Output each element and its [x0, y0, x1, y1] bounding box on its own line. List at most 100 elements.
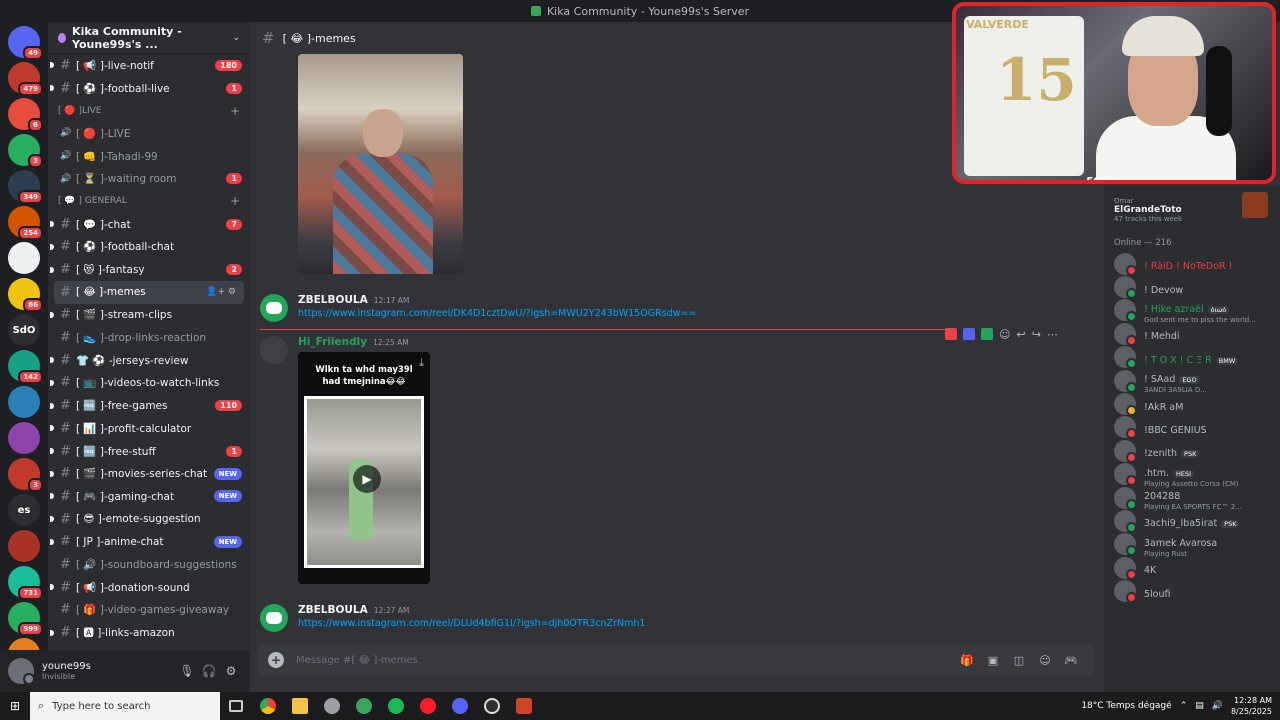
spotify-icon[interactable] [380, 692, 412, 720]
chevron-down-icon[interactable]: ⌄ [232, 33, 240, 43]
weather-text[interactable]: 18°C Temps dégagé [1081, 701, 1171, 711]
server-icon[interactable] [8, 422, 40, 454]
member-item[interactable]: ! RàiD ! NoTeDoR ! [1114, 252, 1280, 276]
server-icon[interactable]: es [8, 494, 40, 526]
member-item[interactable]: ! T O X ! C Ξ R BMW [1114, 346, 1280, 370]
member-item[interactable]: 204288 Playing EA SPORTS FC™ 2... [1114, 486, 1280, 511]
network-icon[interactable]: ▤ [1195, 701, 1204, 711]
search-input[interactable] [52, 700, 203, 712]
apps-icon[interactable]: 🎮 [1058, 654, 1084, 667]
check-mark-icon[interactable] [981, 328, 993, 340]
message-input[interactable] [296, 654, 954, 666]
channel-item[interactable]: # [ 🔊 ]-soundboard-suggestions [48, 553, 250, 576]
emoji-icon[interactable]: ☺ [1032, 654, 1058, 667]
now-playing-card[interactable]: Omar ElGrandeToto 47 tracks this week [1114, 186, 1280, 234]
server-icon[interactable]: 479 [8, 62, 43, 96]
channel-item[interactable]: # [ 📊 ]-profit-calculator [48, 417, 250, 440]
member-item[interactable]: 5loufi [1114, 579, 1280, 604]
chrome-icon[interactable] [252, 692, 284, 720]
server-icon[interactable]: 49 [8, 26, 43, 60]
server-header[interactable]: Kika Community - Youne99s's ... ⌄ [48, 22, 250, 54]
download-icon[interactable]: ⤓ [419, 356, 424, 370]
windows-start-icon[interactable]: ⊞ [0, 699, 30, 713]
message-author[interactable]: Hi_Friiendly [298, 336, 367, 348]
image-attachment[interactable] [298, 54, 463, 274]
forward-icon[interactable]: ↪ [1032, 328, 1041, 341]
channel-item[interactable]: # [ 😻 ]-fantasy 2 [48, 258, 250, 281]
channel-item[interactable]: # [ 🆓 ]-free-games 110 [48, 394, 250, 417]
member-item[interactable]: ! SAad EGO 3ANDI 3A9LIA D... [1114, 369, 1280, 394]
bot-avatar[interactable] [260, 604, 288, 632]
member-item[interactable]: !BBC GENIUS [1114, 416, 1280, 440]
member-item[interactable]: ! Mehdi [1114, 322, 1280, 346]
channel-item[interactable]: 🔊 [ 👊 ]-Tahadi-99 [48, 145, 250, 168]
gift-icon[interactable]: 🎁 [954, 654, 980, 667]
video-frame[interactable]: ▶ [304, 396, 424, 568]
channel-item[interactable]: 🔊 [ 🔴 ]-LIVE [48, 122, 250, 145]
channel-item[interactable]: # [ 💬 ]-chat 7 [48, 213, 250, 236]
channel-item[interactable]: # [ ⚽ ]-football-chat [48, 236, 250, 259]
member-item[interactable]: ! Hike azraël ὀιωὀ God sent me to piss the… [1114, 299, 1280, 324]
channel-category[interactable]: [ 💬 ] GENERAL + [48, 190, 250, 213]
server-icon[interactable]: 349 [8, 170, 43, 204]
channel-item[interactable]: # 👕 ⚽ -jerseys-review [48, 349, 250, 372]
channel-item[interactable]: 🔊 [ ⏳ ]-waiting room 1 [48, 167, 250, 190]
file-explorer-icon[interactable] [284, 692, 316, 720]
video-attachment[interactable]: Wlkn ta whd may39l had tmejnina😂😂 ⤓ ▶ [298, 352, 430, 584]
server-icon[interactable] [8, 386, 40, 418]
message-link[interactable]: https://www.instagram.com/reel/DK4D1cztD… [298, 308, 696, 319]
message-author[interactable]: ZBELBOULA [298, 294, 368, 306]
add-channel-icon[interactable]: + [230, 194, 240, 208]
chevron-up-icon[interactable]: ⌃ [1180, 701, 1188, 711]
channel-item[interactable]: # [ 😎 ]-emote-suggestion [48, 508, 250, 531]
server-icon[interactable]: 599 [8, 602, 43, 636]
channel-item[interactable]: # [ 📢 ]-donation-sound [48, 576, 250, 599]
member-item[interactable]: ! Devow [1114, 275, 1280, 300]
powerpoint-icon[interactable] [508, 692, 540, 720]
obs-icon[interactable] [476, 692, 508, 720]
server-icon[interactable]: 86 [8, 278, 43, 312]
user-name[interactable]: youne99s [42, 661, 176, 672]
channel-item[interactable]: # [ 👟 ]-drop-links-reaction [48, 326, 250, 349]
server-icon[interactable] [8, 530, 40, 562]
headphones-icon[interactable]: 🎧 [198, 664, 220, 678]
clock[interactable]: 12:28 AM 8/25/2025 [1231, 695, 1272, 717]
member-item[interactable]: 4K [1114, 556, 1280, 580]
member-item[interactable]: !AkR aM [1114, 392, 1280, 417]
add-attachment-icon[interactable]: + [268, 652, 284, 668]
channel-item[interactable]: # [ 📢 ]-live-notif 180 [48, 54, 250, 77]
task-view-icon[interactable] [220, 692, 252, 720]
member-item[interactable]: 3amek Avarosa Playing Rust [1114, 533, 1280, 558]
channel-item[interactable]: # [ 🆓 ]-free-stuff 1 [48, 440, 250, 463]
message-link[interactable]: https://www.instagram.com/reel/DLUd4bfiG… [298, 618, 645, 629]
bot-avatar[interactable] [260, 294, 288, 322]
channel-item[interactable]: # [ 🎬 ]-movies-series-chat NEW [48, 462, 250, 485]
server-icon[interactable]: 6 [8, 98, 43, 132]
channel-item[interactable]: # [ 😂 ]-memes 👤+ ⚙ [54, 280, 244, 304]
gear-icon[interactable]: ⚙ [220, 664, 242, 678]
taskbar-search[interactable]: ⌕ [30, 692, 220, 720]
member-item[interactable]: !zenith PSK [1114, 439, 1280, 463]
channel-settings-icon[interactable]: 👤+ ⚙ [206, 287, 236, 297]
server-icon[interactable]: SdO [8, 314, 40, 346]
volume-icon[interactable]: 🔊 [1212, 701, 1223, 711]
emoji-icon[interactable]: ☺ [999, 328, 1010, 341]
check-icon[interactable] [963, 328, 975, 340]
channel-category[interactable]: [ 🔴 ]LIVE + [48, 99, 250, 122]
app-icon[interactable] [316, 692, 348, 720]
avatar[interactable] [260, 336, 288, 364]
channel-item[interactable]: # [ 🎁 ]-video-games-giveaway [48, 599, 250, 622]
member-item[interactable]: .htm. HESI Playing Assetto Corsa (CM) [1114, 463, 1280, 488]
add-channel-icon[interactable]: + [230, 104, 240, 118]
sticker-icon[interactable]: ◫ [1006, 654, 1032, 667]
channel-item[interactable]: # [ 📺 ]-videos-to-watch-links [48, 372, 250, 395]
channel-item[interactable]: # [ ⚽ ]-football-live 1 [48, 77, 250, 100]
channel-item[interactable]: # [ 🅰 ]-links-amazon [48, 621, 250, 644]
message-author[interactable]: ZBELBOULA [298, 604, 368, 616]
play-icon[interactable]: ▶ [353, 465, 381, 493]
server-icon[interactable]: 142 [8, 350, 43, 384]
member-item[interactable]: 3achi9_lba5irat PSK [1114, 509, 1280, 533]
more-icon[interactable]: ⋯ [1047, 328, 1058, 341]
server-icon[interactable]: 3 [8, 458, 43, 492]
discord-icon[interactable] [444, 692, 476, 720]
